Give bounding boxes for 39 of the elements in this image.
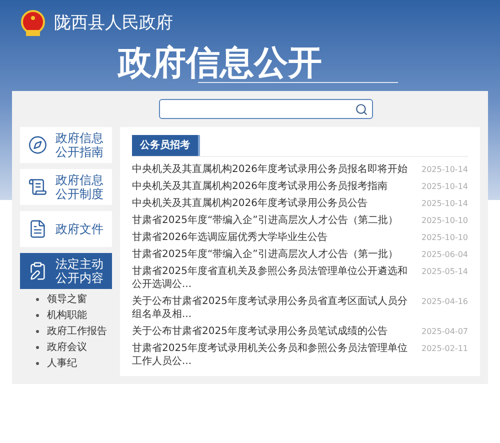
search-icon[interactable] — [355, 102, 368, 116]
news-date: 2025-04-16 — [422, 296, 468, 308]
news-date: 2025-04-07 — [422, 326, 468, 338]
submenu-link[interactable]: 政府工作报告 — [47, 325, 107, 338]
news-link[interactable]: 中央机关及其直属机构2026年度考试录用公务员公告 — [132, 197, 414, 210]
news-link[interactable]: 关于公布甘肃省2025年度考试录用公务员省直考区面试人员分组名单及相... — [132, 295, 414, 321]
document-icon — [28, 219, 48, 239]
sidebar-item[interactable]: 政府信息公开制度 — [20, 169, 112, 205]
search-field[interactable] — [159, 99, 373, 119]
news-date: 2025-10-10 — [422, 232, 468, 244]
submenu-link[interactable]: 机构职能 — [47, 309, 87, 322]
news-link[interactable]: 中央机关及其直属机构2026年度考试录用公务员报考指南 — [132, 180, 414, 193]
clipboard-pen-icon — [28, 261, 48, 281]
news-date: 2025-02-11 — [422, 343, 468, 355]
emblem-icon — [20, 10, 46, 38]
site-title: 陇西县人民政府 — [54, 12, 173, 36]
news-link[interactable]: 关于公布甘肃省2025年度考试录用公务员笔试成绩的公告 — [132, 325, 414, 338]
sidebar-item[interactable]: 政府文件 — [20, 211, 112, 247]
banner-title: 政府信息公开 — [118, 44, 322, 82]
news-link[interactable]: 甘肃省2025年度考试录用机关公务员和参照公务员法管理单位工作人员公... — [132, 342, 414, 368]
news-link[interactable]: 甘肃省2025年度省直机关及参照公务员法管理单位公开遴选和公开选调公... — [132, 265, 414, 291]
news-date: 2025-10-14 — [422, 181, 468, 193]
news-date: 2025-05-14 — [422, 266, 468, 278]
news-date: 2025-10-14 — [422, 198, 468, 210]
submenu-link[interactable]: 人事纪 — [47, 357, 77, 370]
section-tab[interactable]: 公务员招考 — [132, 135, 200, 156]
list-document-icon — [28, 177, 48, 197]
news-link[interactable]: 甘肃省2025年度“带编入企”引进高层次人才公告（第一批） — [132, 248, 414, 261]
news-link[interactable]: 甘肃省2026年选调应届优秀大学毕业生公告 — [132, 231, 414, 244]
news-link[interactable]: 中央机关及其直属机构2026年度考试录用公务员报名即将开始 — [132, 163, 414, 176]
news-link[interactable]: 甘肃省2025年度“带编入企”引进高层次人才公告（第二批） — [132, 214, 414, 227]
submenu-link[interactable]: 政府会议 — [47, 341, 87, 354]
news-date: 2025-06-04 — [422, 249, 468, 261]
compass-icon — [28, 135, 48, 155]
sidebar-item[interactable]: 政府信息公开指南 — [20, 127, 112, 163]
news-date: 2025-10-14 — [422, 164, 468, 176]
news-date: 2025-10-10 — [422, 215, 468, 227]
sidebar-item[interactable]: 法定主动公开内容 — [20, 253, 112, 289]
submenu-link[interactable]: 领导之窗 — [47, 293, 87, 306]
